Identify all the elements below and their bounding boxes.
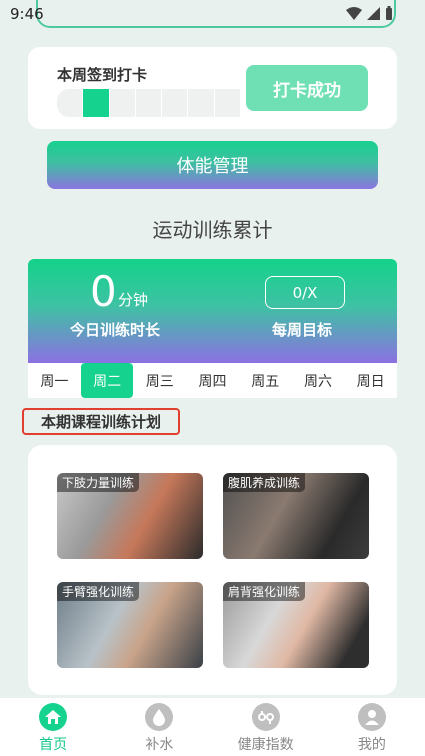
signal-icon xyxy=(367,6,380,20)
week-day-cell xyxy=(188,89,215,117)
nav-water[interactable]: 补水 xyxy=(106,698,212,756)
week-day-cell xyxy=(162,89,189,117)
week-day-cell xyxy=(136,89,163,117)
battery-icon xyxy=(386,6,392,20)
weekly-goal-label: 每周目标 xyxy=(272,321,333,339)
status-time: 9:46 xyxy=(10,5,44,23)
course-label: 腹肌养成训练 xyxy=(223,473,306,492)
nav-profile[interactable]: 我的 xyxy=(319,698,425,756)
week-day-cell xyxy=(83,89,110,117)
training-stats-panel: 0 分钟 今日训练时长 0/X 每周目标 xyxy=(28,259,397,363)
tab-monday[interactable]: 周一 xyxy=(28,363,81,398)
tab-sunday[interactable]: 周日 xyxy=(344,363,397,398)
course-abs-training[interactable]: 腹肌养成训练 xyxy=(223,473,369,559)
week-progress-bar xyxy=(57,89,241,117)
nav-health-index[interactable]: 健康指数 xyxy=(213,698,319,756)
course-label: 下肢力量训练 xyxy=(57,473,140,492)
tab-tuesday[interactable]: 周二 xyxy=(80,363,134,398)
health-index-icon xyxy=(251,703,280,731)
tab-friday[interactable]: 周五 xyxy=(239,363,292,398)
checkin-card: 本周签到打卡 打卡成功 xyxy=(28,47,397,129)
week-day-cell xyxy=(57,89,84,117)
course-shoulder-back-training[interactable]: 肩背强化训练 xyxy=(223,582,369,668)
tab-saturday[interactable]: 周六 xyxy=(292,363,345,398)
checkin-button[interactable]: 打卡成功 xyxy=(246,65,368,111)
nav-label: 我的 xyxy=(357,737,386,753)
course-label: 肩背强化训练 xyxy=(223,582,306,601)
plan-title: 本期课程训练计划 xyxy=(22,408,180,435)
nav-home[interactable]: 首页 xyxy=(0,698,106,756)
today-duration-value: 0 xyxy=(90,267,117,316)
nav-label: 健康指数 xyxy=(237,737,294,753)
course-label: 手臂强化训练 xyxy=(57,582,140,601)
course-arm-training[interactable]: 手臂强化训练 xyxy=(57,582,203,668)
status-icons xyxy=(346,6,393,20)
week-day-cell xyxy=(110,89,136,117)
checkin-title: 本周签到打卡 xyxy=(57,66,148,84)
status-notch xyxy=(36,0,396,28)
day-tabs: 周一 周二 周三 周四 周五 周六 周日 xyxy=(28,363,397,398)
course-leg-training[interactable]: 下肢力量训练 xyxy=(57,473,203,559)
bottom-nav: 首页 补水 健康指数 我的 xyxy=(0,698,425,756)
tab-thursday[interactable]: 周四 xyxy=(186,363,239,398)
week-day-cell xyxy=(215,89,241,117)
fitness-management-button[interactable]: 体能管理 xyxy=(47,141,378,189)
today-duration-label: 今日训练时长 xyxy=(70,321,161,339)
home-icon xyxy=(39,703,68,731)
status-bar: 9:46 xyxy=(0,0,425,28)
water-drop-icon xyxy=(145,703,174,731)
tab-wednesday[interactable]: 周三 xyxy=(133,363,186,398)
course-card: 下肢力量训练 腹肌养成训练 手臂强化训练 肩背强化训练 xyxy=(28,445,397,695)
today-duration-unit: 分钟 xyxy=(118,291,149,309)
profile-icon xyxy=(357,703,386,731)
section-heading: 运动训练累计 xyxy=(152,218,273,242)
nav-label: 首页 xyxy=(39,737,68,753)
wifi-icon xyxy=(346,6,362,20)
weekly-goal-box[interactable]: 0/X xyxy=(265,276,345,309)
nav-label: 补水 xyxy=(145,737,174,753)
